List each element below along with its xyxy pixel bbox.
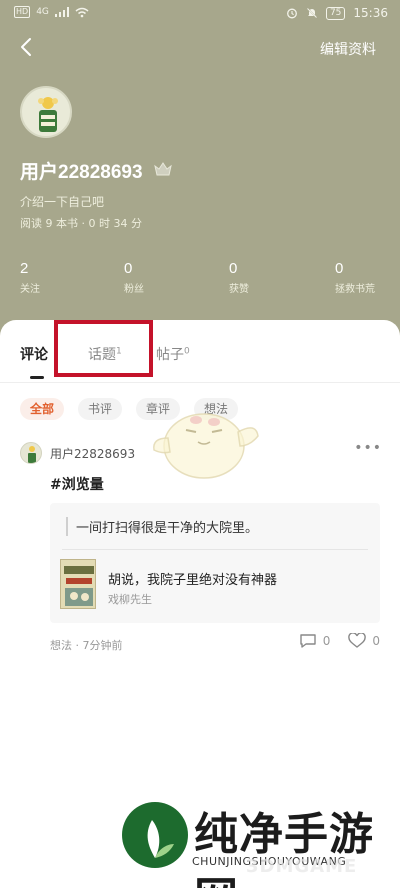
post-username: 用户22828693 (50, 446, 136, 461)
stat-value: 0 (229, 260, 238, 277)
signal-icon (54, 7, 69, 17)
stat-label: 拯救书荒 (335, 284, 375, 295)
tab-indicator (30, 376, 44, 379)
stat-value: 0 (335, 260, 344, 277)
stat-value: 0 (124, 260, 133, 277)
tab-count: 0 (184, 346, 190, 357)
battery-icon: 75 (325, 6, 346, 20)
post-hashtag[interactable]: #浏览量 (50, 474, 104, 494)
post-author[interactable]: 用户22828693 (20, 442, 135, 464)
wifi-icon (75, 7, 89, 17)
like-count: 0 (372, 634, 380, 648)
level-badge-icon[interactable] (154, 161, 172, 177)
comment-count: 0 (322, 634, 331, 648)
stat-value: 2 (20, 260, 29, 277)
post-actions: 0 0 (299, 633, 380, 649)
more-options-icon[interactable]: ••• (354, 440, 382, 456)
quote-text: 一间打扫得很是干净的大院里。 (66, 517, 258, 536)
clock: 15:36 (353, 6, 388, 20)
avatar-image (38, 97, 58, 132)
status-bar: HD 4G 75 15:36 (0, 0, 400, 28)
stat-label: 获赞 (229, 284, 249, 295)
post-type: 想法 (50, 639, 72, 652)
book-cover-image (61, 560, 95, 608)
stat-label: 关注 (20, 284, 40, 295)
back-icon[interactable] (16, 36, 38, 58)
network-label: 4G (36, 7, 49, 17)
tab-label: 帖子 (156, 347, 184, 363)
watermark-overlay: 3DMGAME (246, 856, 358, 877)
filter-all[interactable]: 全部 (20, 398, 65, 420)
tab-posts[interactable]: 帖子0 (156, 344, 190, 364)
watermark-logo-icon (122, 802, 188, 868)
stat-following[interactable]: 2 关注 (20, 260, 40, 295)
stats-row: 2 关注 0 粉丝 0 获赞 0 拯救书荒 (0, 260, 400, 300)
stat-followers[interactable]: 0 粉丝 (124, 260, 144, 295)
quote-card[interactable]: 一间打扫得很是干净的大院里。 胡说，我院子里绝对没有神器 戏柳先生 (50, 503, 380, 623)
post-avatar-image (28, 446, 36, 463)
post-avatar[interactable] (20, 442, 42, 464)
divider (0, 382, 400, 383)
alarm-icon (287, 8, 297, 19)
tab-label: 评论 (20, 347, 48, 363)
comment-icon (300, 634, 316, 648)
comment-button[interactable]: 0 (299, 633, 331, 649)
bio[interactable]: 介绍一下自己吧 (20, 193, 104, 210)
profile-header: HD 4G 75 15:36 编辑资料 用户22828693 介绍一下自己吧 阅… (0, 0, 400, 340)
like-button[interactable]: 0 (348, 633, 380, 649)
stat-label: 粉丝 (124, 284, 144, 295)
book-author: 戏柳先生 (108, 593, 152, 606)
post-meta: 想法 · 7分钟前 (50, 639, 123, 652)
mute-icon (306, 7, 318, 19)
post-time: 7分钟前 (82, 639, 123, 652)
tab-comments[interactable]: 评论 (20, 344, 48, 364)
reading-stats: 阅读 9 本书 · 0 时 34 分 (20, 217, 142, 230)
mascot-icon (153, 413, 259, 479)
heart-icon (348, 633, 367, 648)
book-cover[interactable] (60, 559, 96, 609)
filter-book-review[interactable]: 书评 (78, 398, 123, 420)
edit-profile-button[interactable]: 编辑资料 (320, 39, 376, 59)
divider (62, 549, 368, 550)
annotation-highlight-box (54, 320, 153, 377)
hd-badge: HD (14, 6, 31, 18)
stat-rescue[interactable]: 0 拯救书荒 (335, 260, 375, 295)
book-title: 胡说，我院子里绝对没有神器 (108, 573, 278, 588)
avatar[interactable] (20, 86, 72, 138)
username: 用户22828693 (20, 162, 143, 183)
stat-likes[interactable]: 0 获赞 (229, 260, 249, 295)
